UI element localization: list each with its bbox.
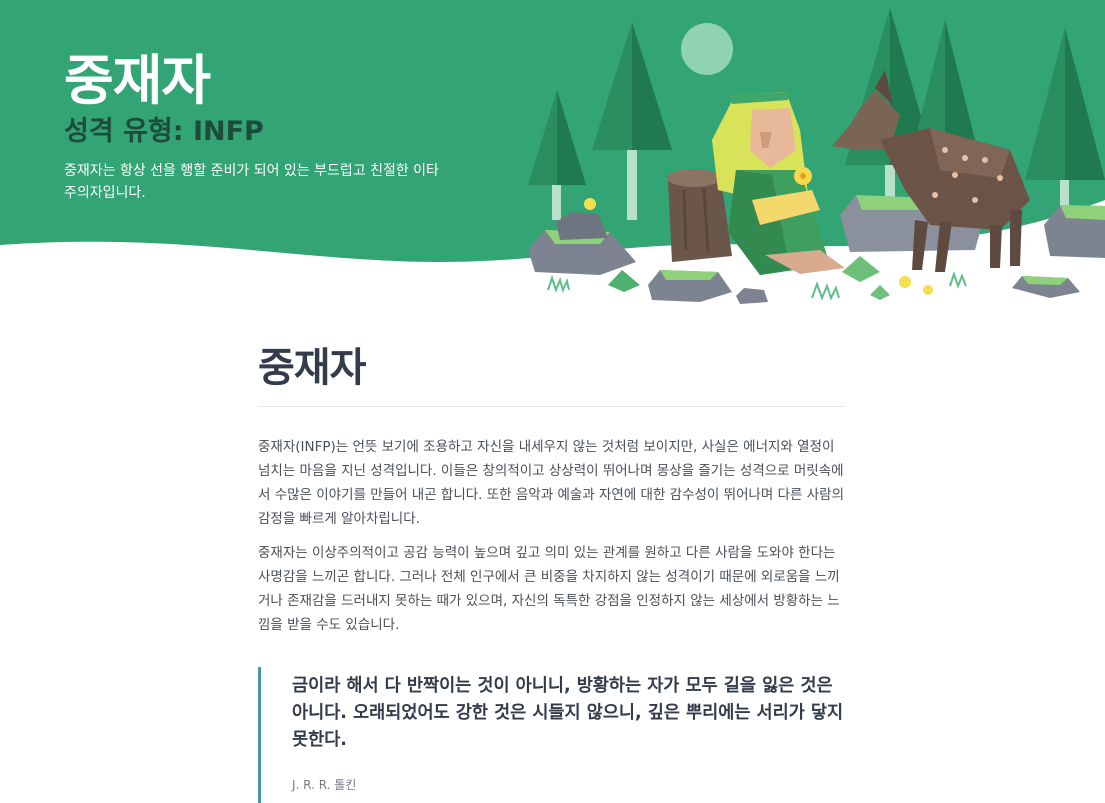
quote-author: J. R. R. 톨킨 bbox=[292, 778, 357, 792]
hero-subtitle: 성격 유형: INFP bbox=[64, 116, 264, 147]
hero-banner: 중재자 성격 유형: INFP 중재자는 항상 선을 행할 준비가 되어 있는 … bbox=[0, 0, 1105, 305]
article-paragraph: 중재자(INFP)는 언뜻 보기에 조용하고 자신을 내세우지 않는 것처럼 보… bbox=[258, 439, 845, 527]
hero-description: 중재자는 항상 선을 행할 준비가 되어 있는 부드럽고 친절한 이타주의자입니… bbox=[64, 163, 439, 201]
blockquote: 금이라 해서 다 반짝이는 것이 아니니, 방황하는 자가 모두 길을 잃은 것… bbox=[258, 667, 844, 803]
article-paragraph: 중재자는 이상주의적이고 공감 능력이 높으며 깊고 의미 있는 관계를 원하고… bbox=[258, 545, 840, 633]
hero-text: 중재자 성격 유형: INFP 중재자는 항상 선을 행할 준비가 되어 있는 … bbox=[64, 50, 464, 204]
article-title: 중재자 bbox=[258, 340, 844, 407]
quote-text: 금이라 해서 다 반짝이는 것이 아니니, 방황하는 자가 모두 길을 잃은 것… bbox=[292, 676, 844, 750]
moon-icon bbox=[681, 23, 733, 75]
hero-title: 중재자 bbox=[64, 49, 211, 112]
article: 중재자 중재자(INFP)는 언뜻 보기에 조용하고 자신을 내세우지 않는 것… bbox=[258, 340, 844, 803]
